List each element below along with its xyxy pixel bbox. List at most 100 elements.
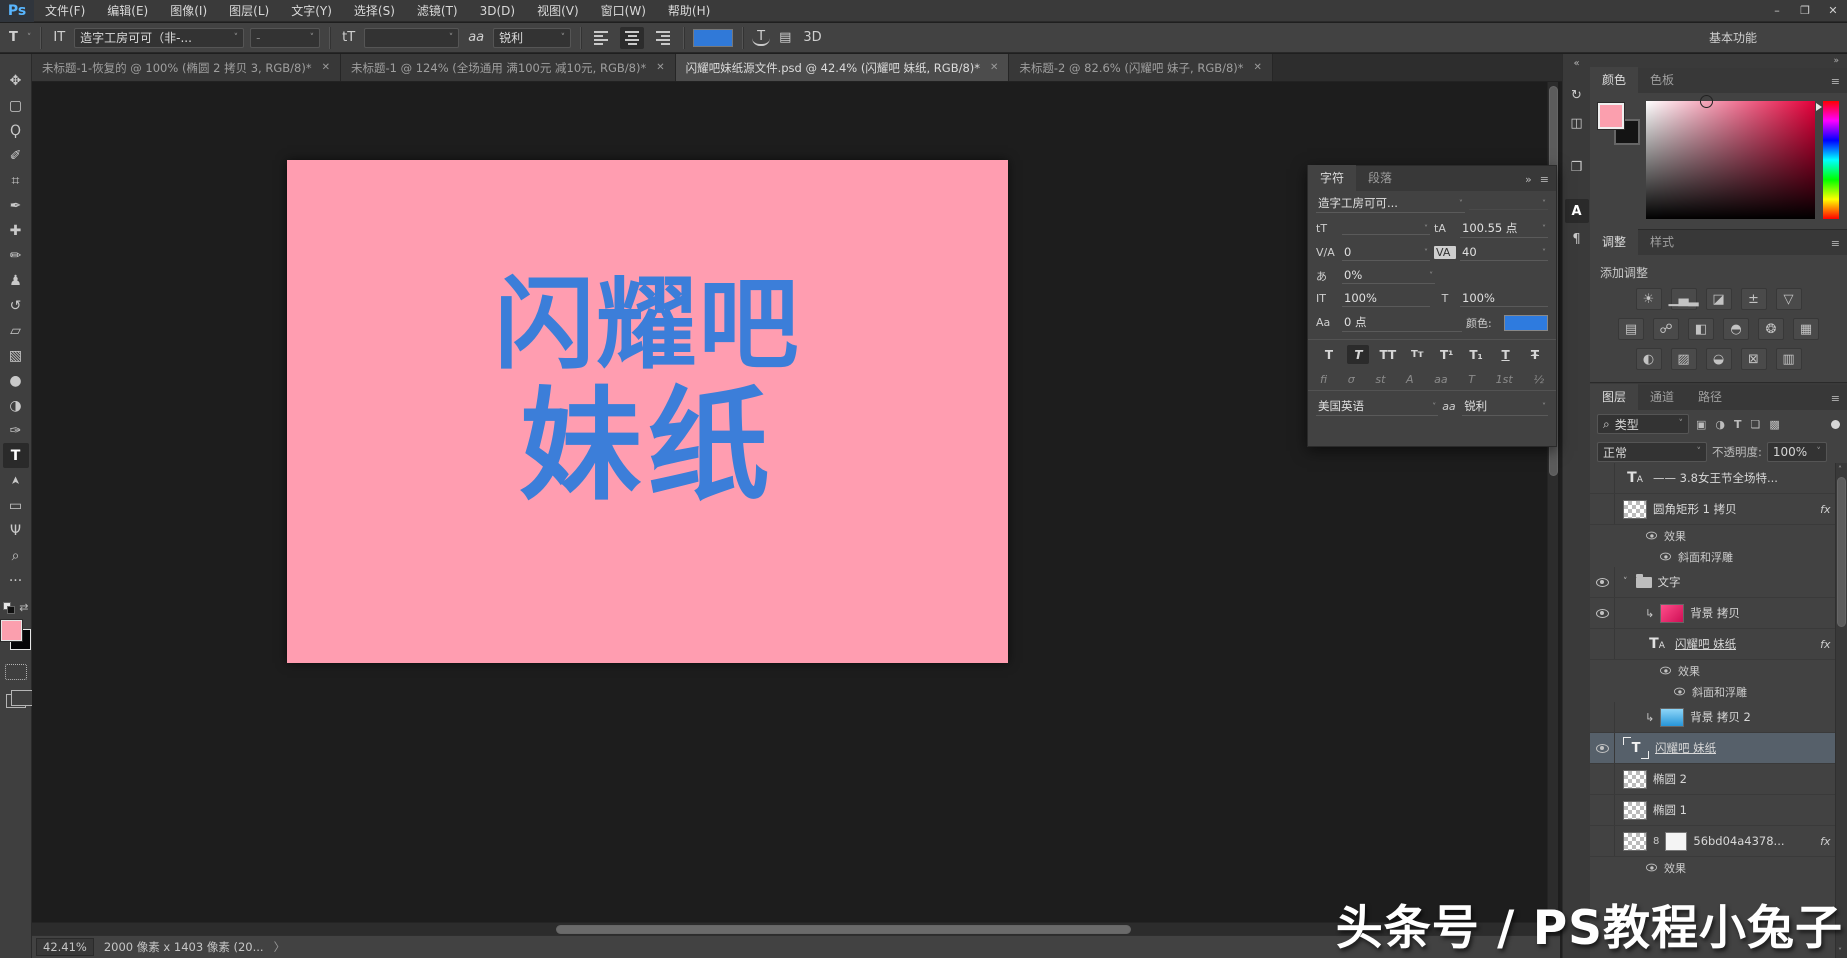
ordinals-button[interactable]: T <box>1468 373 1475 386</box>
tab-close-icon[interactable]: ✕ <box>1252 62 1262 73</box>
layer-thumbnail[interactable] <box>1660 708 1684 727</box>
menu-edit[interactable]: 编辑(E) <box>96 0 159 22</box>
menu-3d[interactable]: 3D(D) <box>469 0 526 22</box>
visibility-toggle[interactable] <box>1590 463 1615 493</box>
filter-pixel-icon[interactable]: ▣ <box>1694 418 1708 431</box>
warp-text-icon[interactable]: T <box>752 29 770 46</box>
status-chevron-icon[interactable]: 〉 <box>274 939 286 955</box>
curves-icon[interactable]: ◪ <box>1706 288 1732 310</box>
effect-visibility-toggle[interactable] <box>1660 667 1671 675</box>
effect-visibility-toggle[interactable] <box>1674 688 1685 696</box>
layer-row[interactable]: ↳背景 拷贝 2 <box>1590 702 1847 733</box>
visibility-toggle[interactable] <box>1590 795 1615 825</box>
brightness-contrast-icon[interactable]: ☀ <box>1636 288 1662 310</box>
rectangular-marquee-tool[interactable]: ▢ <box>3 93 29 118</box>
levels-icon[interactable]: ▁▄▂ <box>1671 288 1697 310</box>
filter-smart-object-icon[interactable]: ▩ <box>1767 418 1781 431</box>
layer-mask-thumbnail[interactable] <box>1665 832 1687 851</box>
layer-thumbnail[interactable] <box>1623 500 1647 519</box>
layer-row[interactable]: 椭圆 2 <box>1590 764 1847 795</box>
spot-healing-brush-tool[interactable]: ✚ <box>3 218 29 243</box>
menu-image[interactable]: 图像(I) <box>159 0 218 22</box>
align-center-button[interactable] <box>620 27 644 49</box>
menu-window[interactable]: 窗口(W) <box>590 0 657 22</box>
horizontal-scrollbar[interactable] <box>32 922 1560 935</box>
hue-saturation-icon[interactable]: ▤ <box>1618 318 1644 340</box>
char-leading-select[interactable]: 100.55 点 ˅ <box>1460 219 1548 238</box>
effect-row[interactable]: 斜面和浮雕 <box>1590 546 1847 567</box>
tab-close-icon[interactable]: ✕ <box>988 62 998 73</box>
layer-thumbnail[interactable] <box>1623 770 1647 789</box>
scrollbar-thumb[interactable] <box>556 925 1131 934</box>
threshold-icon[interactable]: ◒ <box>1706 348 1732 370</box>
tab-channels[interactable]: 通道 <box>1638 384 1686 410</box>
menu-type[interactable]: 文字(Y) <box>280 0 343 22</box>
hue-slider[interactable] <box>1823 101 1839 219</box>
type-tool[interactable]: T <box>3 443 29 468</box>
layer-thumbnail[interactable] <box>1623 801 1647 820</box>
gradient-tool[interactable]: ▧ <box>3 343 29 368</box>
quick-mask-button[interactable] <box>5 664 27 680</box>
tab-adjustments[interactable]: 调整 <box>1590 229 1638 255</box>
swap-colors-icon[interactable]: ⇄ <box>19 601 28 614</box>
layer-row-selected[interactable]: T闪耀吧 妹纸 <box>1590 733 1847 764</box>
foreground-color-swatch[interactable] <box>1598 103 1624 129</box>
blend-mode-select[interactable]: 正常 ˅ <box>1597 442 1707 462</box>
font-family-select[interactable]: 造字工房可可（非-... ˅ <box>74 28 244 48</box>
brush-tool[interactable]: ✏ <box>3 243 29 268</box>
blur-tool[interactable]: ● <box>3 368 29 393</box>
all-caps-button[interactable]: TT <box>1377 345 1399 364</box>
language-select[interactable]: 美国英语 ˅ <box>1316 397 1438 416</box>
font-size-select[interactable]: ˅ <box>364 28 459 48</box>
effect-visibility-toggle[interactable] <box>1660 553 1671 561</box>
scrollbar-thumb[interactable] <box>1837 477 1846 627</box>
history-panel-icon[interactable]: ↻ <box>1565 83 1589 107</box>
text-color-swatch[interactable] <box>693 29 733 47</box>
visibility-toggle[interactable] <box>1590 826 1615 856</box>
tab-paths[interactable]: 路径 <box>1686 384 1734 410</box>
group-row[interactable]: ˅文字 <box>1590 567 1847 598</box>
layer-row[interactable]: 椭圆 1 <box>1590 795 1847 826</box>
default-colors-icon[interactable] <box>3 602 15 614</box>
titling-alternates-button[interactable]: aa <box>1434 373 1447 386</box>
visibility-toggle[interactable] <box>1590 629 1615 659</box>
ligatures-button[interactable]: fi <box>1320 373 1327 386</box>
tab-character[interactable]: 字符 <box>1308 165 1356 191</box>
anti-alias-select[interactable]: 锐利 ˅ <box>493 28 571 48</box>
document-tab-active[interactable]: 闪耀吧妹纸源文件.psd @ 42.4% (闪耀吧 妹纸, RGB/8)* ✕ <box>676 54 1010 81</box>
pen-tool[interactable]: ✑ <box>3 418 29 443</box>
panel-menu-icon[interactable]: ≡ <box>1831 75 1840 88</box>
effect-row[interactable]: 斜面和浮雕 <box>1590 681 1847 702</box>
collapse-panels-icon[interactable]: » <box>1833 56 1839 66</box>
quick-selection-tool[interactable]: ✐ <box>3 143 29 168</box>
hand-tool[interactable]: Ψ <box>3 518 29 543</box>
document-tab[interactable]: 未标题-1-恢复的 @ 100% (椭圆 2 拷贝 3, RGB/8)* ✕ <box>32 54 341 81</box>
char-kerning-select[interactable]: 0 ˅ <box>1342 244 1430 261</box>
underline-button[interactable]: T <box>1495 345 1517 364</box>
zoom-level-field[interactable]: 42.41% <box>36 938 94 956</box>
color-balance-icon[interactable]: ☍ <box>1653 318 1679 340</box>
3d-button[interactable]: 3D <box>800 30 824 45</box>
layer-row[interactable]: TA闪耀吧 妹纸 fx˄ <box>1590 629 1847 660</box>
filter-adjustment-icon[interactable]: ◑ <box>1713 418 1727 431</box>
menu-select[interactable]: 选择(S) <box>343 0 406 22</box>
char-tsume-select[interactable]: 0% ˅ <box>1342 267 1435 284</box>
hue-slider-marker[interactable] <box>1816 103 1822 111</box>
type-tool-icon[interactable]: T <box>6 30 21 45</box>
filter-shape-icon[interactable]: ❏ <box>1749 418 1763 431</box>
char-font-size-select[interactable]: ˅ <box>1342 223 1430 235</box>
workspace-switcher[interactable]: 基本功能 <box>1709 29 1757 46</box>
char-tracking-select[interactable]: 40 ˅ <box>1460 244 1548 261</box>
strikethrough-button[interactable]: Ŧ <box>1524 345 1546 364</box>
group-expand-icon[interactable]: ˅ <box>1623 577 1628 587</box>
visibility-toggle[interactable] <box>1590 702 1615 732</box>
document-tab[interactable]: 未标题-1 @ 124% (全场通用 满100元 减10元, RGB/8)* ✕ <box>341 54 676 81</box>
tab-styles[interactable]: 样式 <box>1638 229 1686 255</box>
layer-row[interactable]: 圆角矩形 1 拷贝 fx˄ <box>1590 494 1847 525</box>
char-color-swatch[interactable] <box>1504 315 1548 331</box>
move-tool[interactable]: ✥ <box>3 68 29 93</box>
panel-menu-icon[interactable]: ≡ <box>1540 173 1549 186</box>
history-brush-tool[interactable]: ↺ <box>3 293 29 318</box>
menu-filter[interactable]: 滤镜(T) <box>406 0 469 22</box>
menu-layer[interactable]: 图层(L) <box>218 0 280 22</box>
